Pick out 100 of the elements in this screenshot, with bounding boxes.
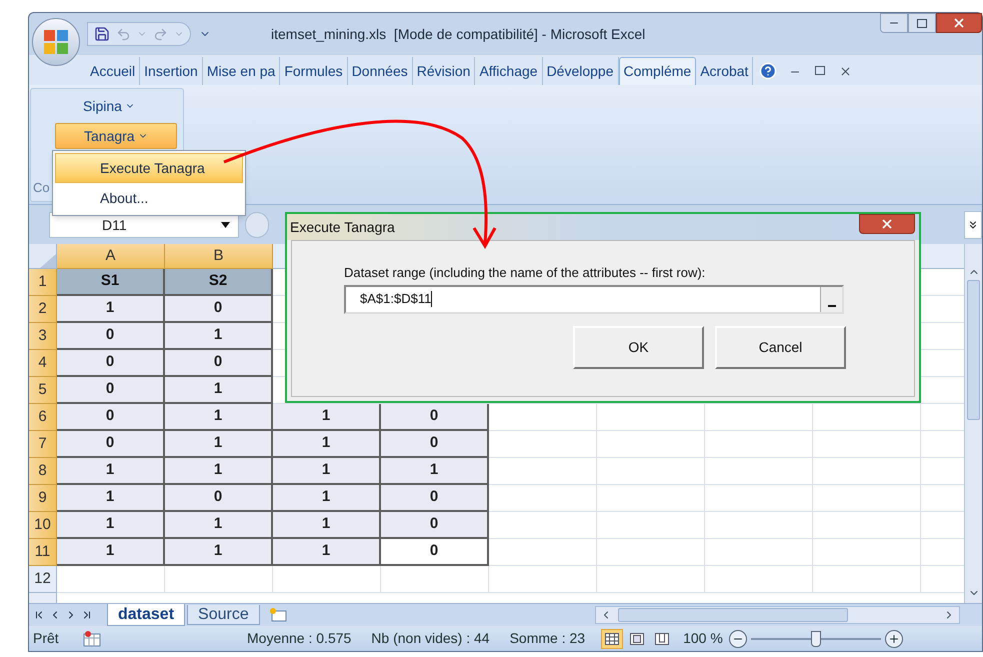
grid-cell[interactable] [57,566,165,593]
grid-cell[interactable] [597,458,705,485]
grid-cell[interactable] [597,485,705,512]
row-header[interactable]: 9 [29,485,57,512]
table-cell[interactable]: 1 [273,539,381,566]
grid-cell[interactable] [813,566,921,593]
macro-record-icon[interactable] [83,630,101,646]
zoom-slider-thumb[interactable] [810,630,821,646]
grid-cell[interactable] [813,431,921,458]
table-cell[interactable]: 1 [165,512,273,539]
grid-cell[interactable] [489,458,597,485]
row-header[interactable]: 2 [29,296,57,323]
table-cell[interactable]: 1 [57,458,165,485]
table-cell[interactable]: 0 [381,512,489,539]
table-cell[interactable]: 1 [165,404,273,431]
grid-cell[interactable] [381,566,489,593]
row-header[interactable]: 11 [29,539,57,566]
grid-cell[interactable] [273,566,381,593]
scrollbar-thumb[interactable] [618,608,848,622]
redo-icon[interactable] [153,26,168,42]
maximize-button[interactable] [908,13,936,33]
table-cell[interactable]: 1 [165,539,273,566]
table-cell[interactable]: 1 [273,404,381,431]
table-cell[interactable]: 0 [381,404,489,431]
table-cell[interactable]: 1 [57,485,165,512]
ribbon-button[interactable]: Sipina [55,95,163,117]
row-header[interactable]: 12 [29,566,57,593]
table-cell[interactable]: 1 [381,458,489,485]
grid-cell[interactable] [705,566,813,593]
grid-cell[interactable] [489,539,597,566]
zoom-in-button[interactable] [884,630,903,648]
close-button[interactable] [936,13,982,33]
row-header[interactable]: 8 [29,458,57,485]
formula-splitter[interactable] [245,212,269,238]
column-header[interactable]: A [57,244,165,269]
close-icon[interactable] [839,65,852,78]
row-header[interactable]: 10 [29,512,57,539]
grid-cell[interactable] [165,566,273,593]
table-cell[interactable]: 0 [381,539,489,566]
sheet-tab[interactable]: dataset [107,604,186,626]
table-cell[interactable]: S1 [57,269,165,296]
normal-view-icon[interactable] [601,628,624,648]
grid-cell[interactable] [705,404,813,431]
help-icon[interactable] [759,62,778,80]
grid-cell[interactable] [705,458,813,485]
table-cell[interactable]: 0 [381,431,489,458]
table-cell[interactable]: S2 [165,269,273,296]
column-header[interactable]: B [165,244,273,269]
grid-cell[interactable] [489,485,597,512]
table-cell[interactable]: 1 [165,377,273,404]
close-button[interactable] [859,214,915,234]
grid-cell[interactable] [705,512,813,539]
table-cell[interactable]: 0 [165,296,273,323]
table-cell[interactable]: 0 [57,350,165,377]
table-cell[interactable]: 0 [165,485,273,512]
row-header[interactable]: 4 [29,350,57,377]
grid-cell[interactable] [489,404,597,431]
horizontal-scrollbar[interactable] [595,606,960,624]
grid-cell[interactable] [705,431,813,458]
table-cell[interactable]: 0 [57,323,165,350]
grid-cell[interactable] [597,566,705,593]
grid-cell[interactable] [705,539,813,566]
grid-cell[interactable] [813,404,921,431]
table-cell[interactable]: 0 [57,431,165,458]
range-input-field[interactable]: $A$1:$D$11 [344,284,844,314]
row-header[interactable]: 6 [29,404,57,431]
last-sheet-icon[interactable] [81,609,93,621]
grid-cell[interactable] [489,431,597,458]
grid-cell[interactable] [489,566,597,593]
table-cell[interactable]: 0 [381,485,489,512]
grid-cell[interactable] [597,512,705,539]
table-cell[interactable]: 0 [165,350,273,377]
table-cell[interactable]: 1 [273,458,381,485]
scrollbar-thumb[interactable] [967,280,980,420]
row-header[interactable] [29,593,57,603]
grid-cell[interactable] [813,539,921,566]
grid-cell[interactable] [597,431,705,458]
table-cell[interactable]: 1 [57,512,165,539]
save-icon[interactable] [94,26,110,42]
row-header[interactable]: 1 [29,269,57,296]
row-header[interactable]: 5 [29,377,57,404]
dialog-button[interactable]: Cancel [715,326,846,368]
grid-cell[interactable] [705,485,813,512]
vertical-scrollbar[interactable] [964,244,982,603]
table-cell[interactable]: 1 [57,296,165,323]
table-cell[interactable]: 1 [273,512,381,539]
table-cell[interactable]: 1 [165,323,273,350]
dialog-button[interactable]: OK [573,326,704,368]
grid-cell[interactable] [813,485,921,512]
zoom-slider[interactable] [750,630,881,648]
row-header[interactable]: 7 [29,431,57,458]
undo-icon[interactable] [116,26,131,42]
table-cell[interactable]: 1 [273,485,381,512]
table-cell[interactable]: 0 [57,377,165,404]
table-cell[interactable]: 1 [57,539,165,566]
ribbon-button[interactable]: Tanagra [55,123,177,149]
select-all-corner[interactable] [29,244,57,269]
ribbon-tab[interactable]: Compléme [618,57,696,85]
expand-formula-button[interactable] [964,211,982,239]
first-sheet-icon[interactable] [33,609,45,621]
